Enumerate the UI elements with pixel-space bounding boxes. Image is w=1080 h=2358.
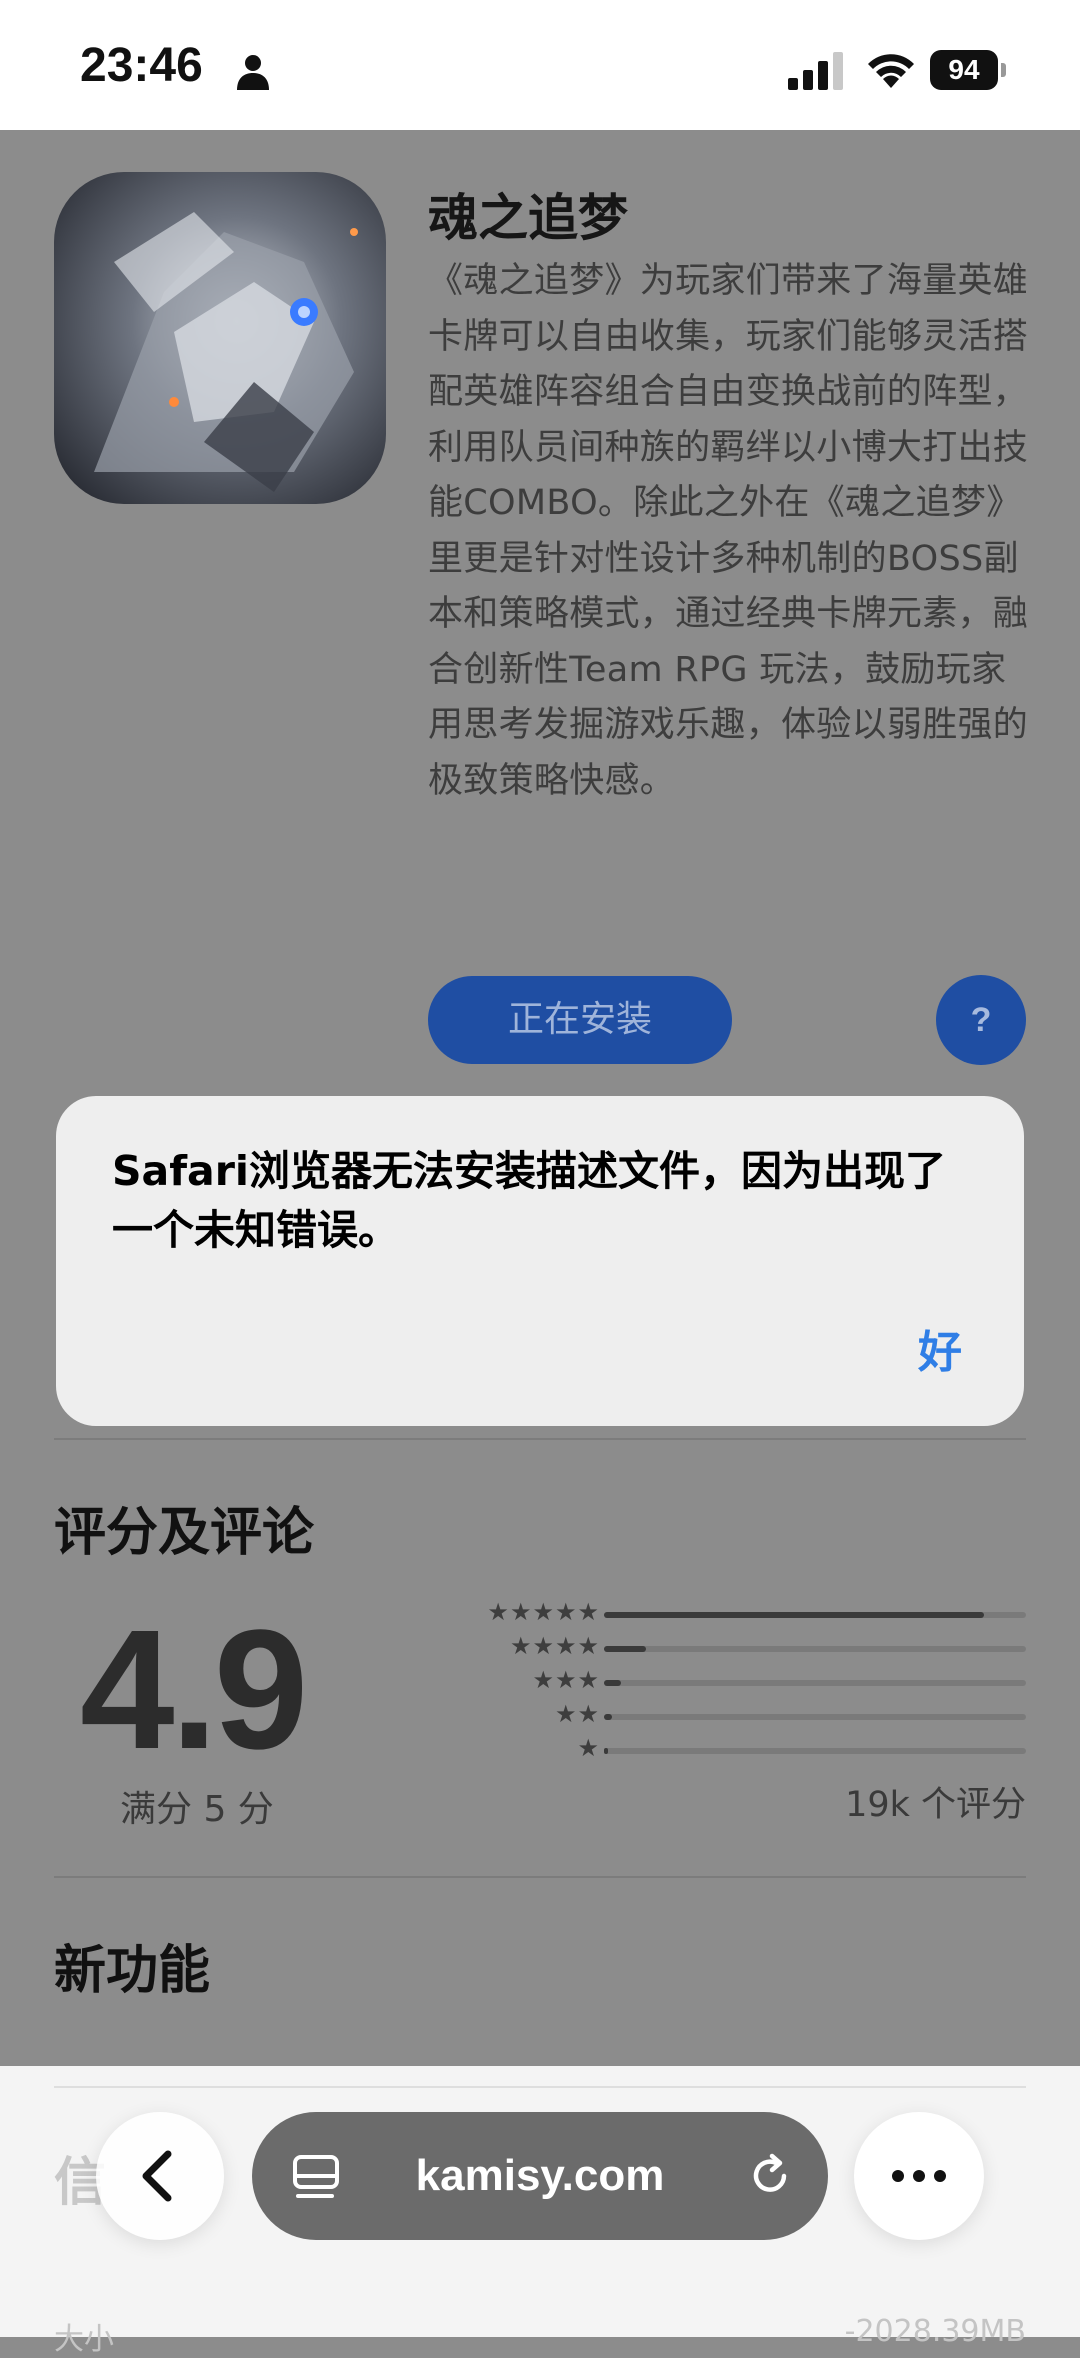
rating-count: 19k 个评分 — [845, 1785, 1026, 1825]
rating-bar-4 — [604, 1646, 1026, 1652]
section-divider — [54, 1438, 1026, 1440]
section-divider — [54, 1876, 1026, 1878]
star-row-2: ★★ — [554, 1700, 600, 1728]
rating-bar-2 — [604, 1714, 1026, 1720]
status-time: 23:46 — [80, 39, 203, 92]
star-row-1: ★ — [577, 1734, 600, 1762]
size-value: -2028.39MB — [844, 2314, 1026, 2349]
rating-bar-1 — [604, 1748, 1026, 1754]
rating-bar-fill — [604, 1748, 609, 1754]
rating-bar-fill — [604, 1612, 984, 1618]
alert-message: Safari浏览器无法安装描述文件，因为出现了一个未知错误。 — [112, 1147, 946, 1254]
wifi-icon — [868, 54, 914, 88]
app-description: 《魂之追梦》为玩家们带来了海量英雄卡牌可以自由收集，玩家们能够灵活搭配英雄阵容组… — [428, 261, 1029, 801]
whats-new-title: 新功能 — [54, 1941, 211, 2001]
battery-level: 94 — [930, 50, 998, 90]
alert-dialog: Safari浏览器无法安装描述文件，因为出现了一个未知错误。 好 — [56, 1096, 1024, 1426]
status-bar: 23:46 94 — [0, 0, 1080, 130]
rating-out-of: 满分 5 分 — [120, 1789, 274, 1830]
rating-bar-fill — [604, 1680, 621, 1686]
app-icon — [54, 172, 386, 504]
person-icon — [237, 55, 269, 90]
address-bar[interactable]: kamisy.com — [252, 2112, 828, 2240]
more-button[interactable] — [854, 2112, 984, 2240]
help-button[interactable]: ? — [936, 975, 1026, 1065]
app-title: 魂之追梦 — [428, 189, 628, 247]
section-divider — [54, 2086, 1026, 2088]
star-row-5: ★★★★★ — [487, 1598, 600, 1626]
installing-button[interactable]: 正在安装 — [428, 976, 732, 1064]
signal-icon — [788, 52, 843, 90]
ellipsis-icon — [892, 2170, 946, 2182]
star-row-4: ★★★★ — [509, 1632, 600, 1660]
ratings-section-title: 评分及评论 — [54, 1503, 315, 1563]
back-button[interactable] — [96, 2112, 224, 2240]
reload-icon[interactable] — [746, 2152, 794, 2200]
rating-bar-fill — [604, 1714, 613, 1720]
size-label: 大小 — [54, 2322, 114, 2357]
battery-indicator: 94 — [930, 50, 1006, 90]
star-row-3: ★★★ — [532, 1666, 600, 1694]
rating-bar-fill — [604, 1646, 647, 1652]
rating-bar-3 — [604, 1680, 1026, 1686]
url-text: kamisy.com — [415, 2151, 665, 2200]
alert-ok-button[interactable]: 好 — [918, 1316, 962, 1380]
chevron-left-icon — [142, 2150, 172, 2202]
rating-bar-5 — [604, 1612, 1026, 1618]
